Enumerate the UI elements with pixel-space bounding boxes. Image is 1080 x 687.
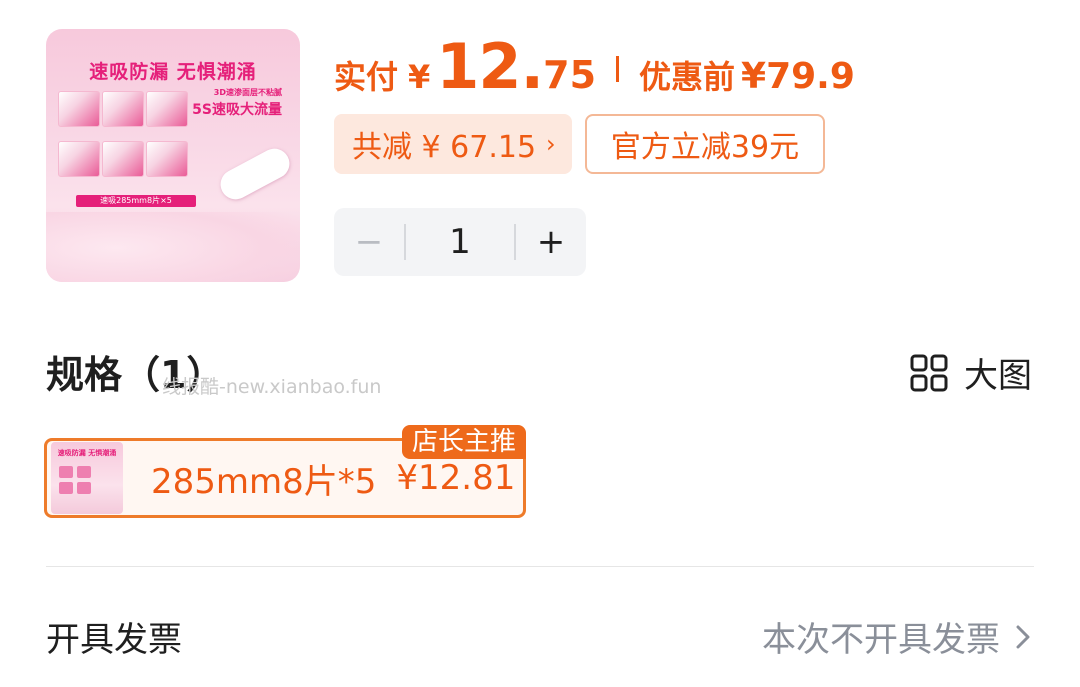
pack-graphic (146, 91, 188, 127)
pack-graphic (58, 91, 100, 127)
grid-icon (910, 354, 948, 391)
chevron-right-icon: › (546, 130, 556, 158)
decrease-button[interactable]: − (334, 222, 404, 262)
pack-graphic (146, 141, 188, 177)
official-discount-label: 官方立减39元 (610, 130, 800, 165)
thumb-text: 速吸防漏 无惧潮涌 (57, 449, 117, 457)
increase-button[interactable]: + (516, 222, 586, 262)
invoice-value: 本次不开具发票 (762, 620, 1000, 660)
original-price-label: 优惠前 (639, 58, 736, 96)
original-price: ¥79.9 (741, 56, 855, 97)
image-subtitle-small: 3D速渗面层不粘腻 (213, 88, 282, 97)
image-subtitle: 5S速吸大流量 (192, 102, 282, 118)
spec-option-price: ¥12.81 (396, 458, 516, 498)
pack-graphic (77, 466, 91, 478)
spec-option-selected[interactable]: 速吸防漏 无惧潮涌 285mm8片*5 ¥12.81 店长主推 (44, 425, 526, 518)
watermark-text: 线报酷-new.xianbao.fun (162, 376, 382, 398)
big-image-label: 大图 (964, 356, 1032, 396)
pack-graphic (59, 482, 73, 494)
official-discount-tag: 官方立减39元 (585, 114, 825, 174)
total-discount-button[interactable]: 共减 ¥ 67.15 › (334, 114, 572, 174)
spec-thumbnail: 速吸防漏 无惧潮涌 (51, 442, 123, 514)
spec-option-name: 285mm8片*5 (151, 461, 377, 502)
image-headline: 速吸防漏 无惧潮涌 (89, 61, 257, 83)
price-row: 实付 ¥ 12. 75 优惠前 ¥79.9 (334, 30, 855, 103)
chevron-right-icon (1016, 625, 1030, 648)
pack-graphic (77, 482, 91, 494)
sku-selection-panel: 速吸防漏 无惧潮涌 3D速渗面层不粘腻 5S速吸大流量 速吸285mm8片×5 … (0, 0, 1080, 687)
paid-label: 实付 (334, 58, 399, 96)
pad-graphic (215, 143, 295, 205)
quantity-stepper: − 1 + (334, 208, 586, 276)
recommend-badge: 店长主推 (401, 425, 526, 459)
pack-graphic (58, 141, 100, 177)
big-image-toggle[interactable]: 大图 (910, 348, 1032, 397)
total-discount-label: 共减 ¥ 67.15 (352, 130, 537, 165)
price-separator (616, 56, 620, 82)
image-banner: 速吸285mm8片×5 (76, 195, 196, 207)
price-decimal: 75 (543, 53, 597, 97)
invoice-selector[interactable]: 本次不开具发票 (762, 612, 1032, 661)
currency-symbol: ¥ (408, 58, 431, 96)
pack-graphic (102, 91, 144, 127)
section-divider (46, 566, 1034, 567)
price-integer: 12. (436, 30, 544, 103)
quantity-value[interactable]: 1 (406, 222, 514, 262)
cloud-decoration (46, 212, 300, 282)
invoice-label: 开具发票 (46, 620, 182, 660)
pack-graphic (59, 466, 73, 478)
product-image[interactable]: 速吸防漏 无惧潮涌 3D速渗面层不粘腻 5S速吸大流量 速吸285mm8片×5 (46, 29, 300, 282)
pack-graphic (102, 141, 144, 177)
